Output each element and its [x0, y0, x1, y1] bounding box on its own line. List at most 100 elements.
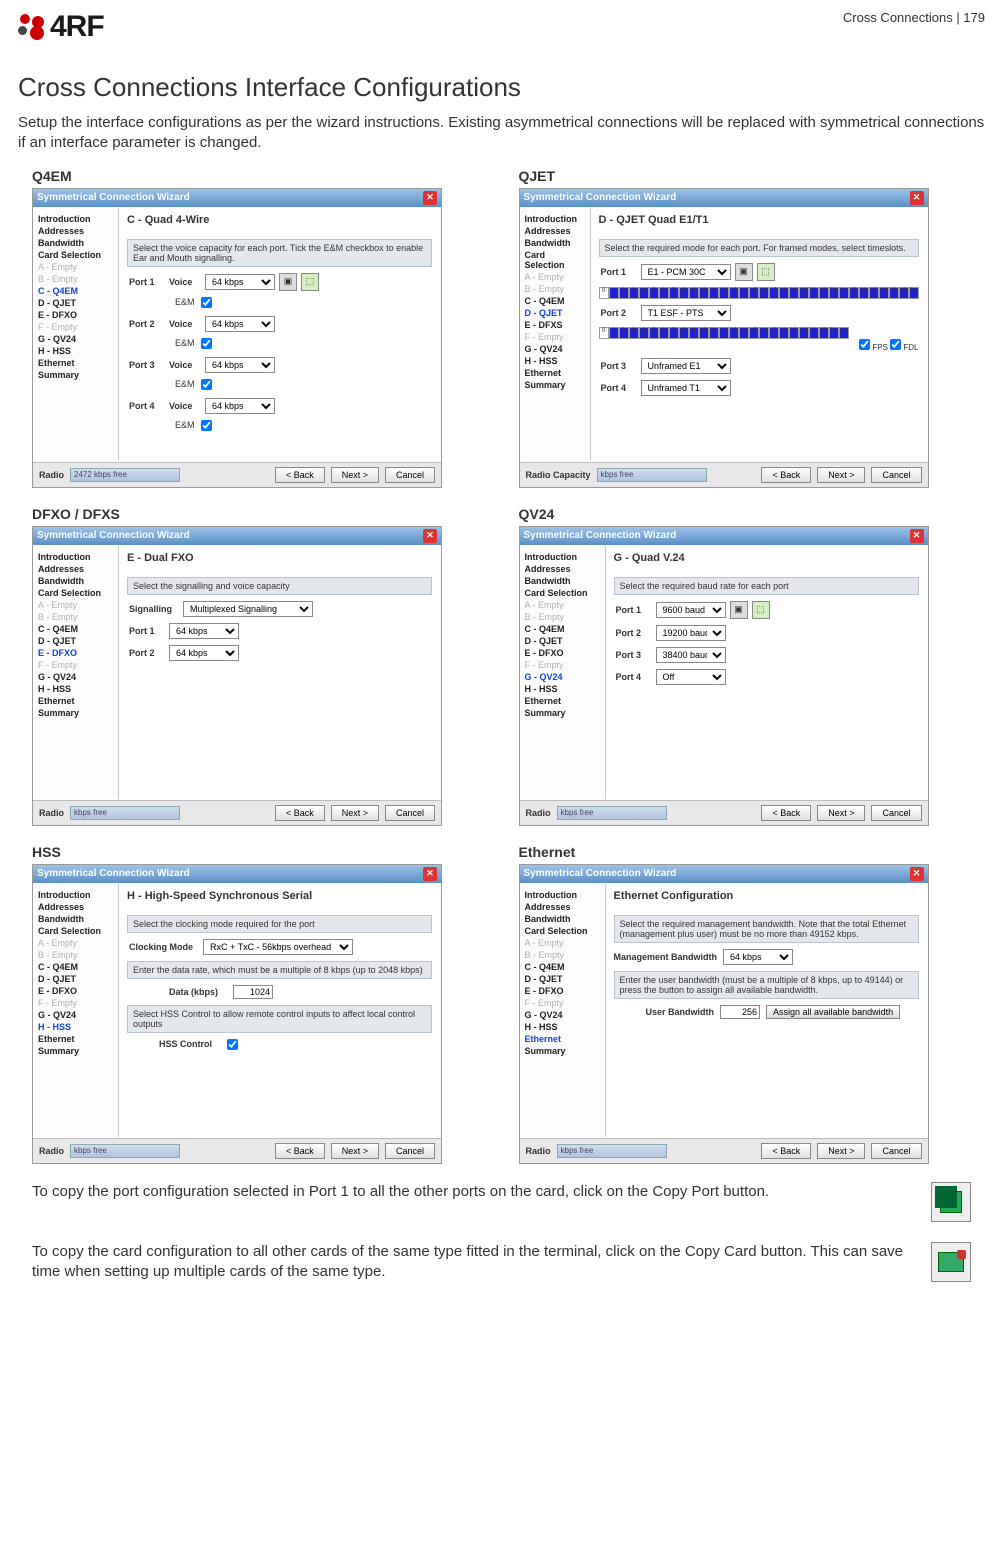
- sidebar-item[interactable]: Summary: [38, 707, 114, 719]
- sidebar-item[interactable]: B - Empty: [38, 273, 114, 285]
- sidebar-item[interactable]: Card Selection: [525, 587, 601, 599]
- eam-checkbox[interactable]: [201, 379, 212, 390]
- sidebar-item[interactable]: D - QJET: [38, 973, 114, 985]
- sidebar-item[interactable]: A - Empty: [525, 937, 601, 949]
- sidebar-item[interactable]: G - QV24: [525, 671, 601, 683]
- sidebar-item[interactable]: Bandwidth: [38, 913, 114, 925]
- sidebar-item[interactable]: F - Empty: [525, 331, 586, 343]
- sidebar-item[interactable]: Introduction: [38, 551, 114, 563]
- sidebar-item[interactable]: Introduction: [525, 213, 586, 225]
- back-button[interactable]: < Back: [761, 1143, 811, 1159]
- port-select[interactable]: Unframed T1: [641, 380, 731, 396]
- copy-port-icon[interactable]: ▣: [735, 263, 753, 281]
- sidebar-item[interactable]: B - Empty: [525, 611, 601, 623]
- eam-checkbox[interactable]: [201, 338, 212, 349]
- close-icon[interactable]: ✕: [423, 867, 437, 881]
- sidebar-item[interactable]: F - Empty: [38, 659, 114, 671]
- sidebar-item[interactable]: B - Empty: [38, 949, 114, 961]
- port-select[interactable]: 64 kbps: [205, 357, 275, 373]
- close-icon[interactable]: ✕: [423, 191, 437, 205]
- sidebar-item[interactable]: G - QV24: [525, 343, 586, 355]
- sidebar-item[interactable]: E - DFXO: [38, 309, 114, 321]
- close-icon[interactable]: ✕: [910, 191, 924, 205]
- sidebar-item[interactable]: C - Q4EM: [38, 623, 114, 635]
- sidebar-item[interactable]: Addresses: [38, 563, 114, 575]
- port-select[interactable]: 9600 baud: [656, 602, 726, 618]
- cancel-button[interactable]: Cancel: [385, 805, 435, 821]
- sidebar-item[interactable]: H - HSS: [38, 683, 114, 695]
- back-button[interactable]: < Back: [275, 1143, 325, 1159]
- port-select[interactable]: 64 kbps: [205, 274, 275, 290]
- sidebar-item[interactable]: Bandwidth: [525, 913, 601, 925]
- sidebar-item[interactable]: H - HSS: [525, 1021, 601, 1033]
- port-select[interactable]: 64 kbps: [169, 623, 239, 639]
- sidebar-item[interactable]: E - DFXO: [38, 647, 114, 659]
- copy-card-icon[interactable]: ⬚: [301, 273, 319, 291]
- sidebar-item[interactable]: H - HSS: [525, 683, 601, 695]
- sidebar-item[interactable]: Summary: [525, 707, 601, 719]
- sidebar-item[interactable]: Addresses: [525, 225, 586, 237]
- clocking-select[interactable]: RxC + TxC - 56kbps overhead: [203, 939, 353, 955]
- cancel-button[interactable]: Cancel: [871, 1143, 921, 1159]
- sidebar-item[interactable]: Bandwidth: [525, 237, 586, 249]
- sidebar-item[interactable]: C - Q4EM: [525, 295, 586, 307]
- next-button[interactable]: Next >: [817, 467, 865, 483]
- sidebar-item[interactable]: F - Empty: [38, 321, 114, 333]
- next-button[interactable]: Next >: [331, 1143, 379, 1159]
- cancel-button[interactable]: Cancel: [385, 1143, 435, 1159]
- sidebar-item[interactable]: D - QJET: [38, 297, 114, 309]
- port-select[interactable]: 64 kbps: [205, 398, 275, 414]
- close-icon[interactable]: ✕: [910, 867, 924, 881]
- sidebar-item[interactable]: Ethernet: [525, 367, 586, 379]
- sidebar-item[interactable]: H - HSS: [38, 345, 114, 357]
- cancel-button[interactable]: Cancel: [871, 805, 921, 821]
- back-button[interactable]: < Back: [761, 467, 811, 483]
- user-bw-input[interactable]: [720, 1005, 760, 1019]
- sidebar-item[interactable]: Introduction: [38, 213, 114, 225]
- sidebar-item[interactable]: Bandwidth: [525, 575, 601, 587]
- sidebar-item[interactable]: C - Q4EM: [525, 623, 601, 635]
- sidebar-item[interactable]: F - Empty: [38, 997, 114, 1009]
- cancel-button[interactable]: Cancel: [871, 467, 921, 483]
- sidebar-item[interactable]: A - Empty: [38, 937, 114, 949]
- sidebar-item[interactable]: F - Empty: [525, 997, 601, 1009]
- port-select[interactable]: 64 kbps: [205, 316, 275, 332]
- sidebar-item[interactable]: G - QV24: [38, 671, 114, 683]
- copy-card-icon[interactable]: ⬚: [757, 263, 775, 281]
- hss-control-checkbox[interactable]: [227, 1039, 238, 1050]
- sidebar-item[interactable]: Ethernet: [38, 357, 114, 369]
- sidebar-item[interactable]: B - Empty: [38, 611, 114, 623]
- cancel-button[interactable]: Cancel: [385, 467, 435, 483]
- eam-checkbox[interactable]: [201, 297, 212, 308]
- sidebar-item[interactable]: H - HSS: [38, 1021, 114, 1033]
- sidebar-item[interactable]: Introduction: [38, 889, 114, 901]
- port-select[interactable]: 38400 baud: [656, 647, 726, 663]
- sidebar-item[interactable]: D - QJET: [525, 307, 586, 319]
- eam-checkbox[interactable]: [201, 420, 212, 431]
- sidebar-item[interactable]: G - QV24: [38, 1009, 114, 1021]
- sidebar-item[interactable]: Summary: [525, 379, 586, 391]
- sidebar-item[interactable]: A - Empty: [38, 261, 114, 273]
- sidebar-item[interactable]: D - QJET: [525, 635, 601, 647]
- sidebar-item[interactable]: Addresses: [38, 225, 114, 237]
- port-select[interactable]: T1 ESF - PTS: [641, 305, 731, 321]
- timeslot-grid[interactable]: 0123456789101112131415161718192021222324…: [599, 287, 919, 299]
- sidebar-item[interactable]: Summary: [38, 369, 114, 381]
- sidebar-item[interactable]: E - DFXO: [525, 647, 601, 659]
- sidebar-item[interactable]: E - DFXS: [525, 319, 586, 331]
- back-button[interactable]: < Back: [761, 805, 811, 821]
- sidebar-item[interactable]: D - QJET: [38, 635, 114, 647]
- sidebar-item[interactable]: G - QV24: [38, 333, 114, 345]
- timeslot-grid[interactable]: 0123456789101112131415161718192021222324: [599, 327, 919, 339]
- sidebar-item[interactable]: Bandwidth: [38, 237, 114, 249]
- copy-port-icon[interactable]: ▣: [279, 273, 297, 291]
- next-button[interactable]: Next >: [331, 805, 379, 821]
- sidebar-item[interactable]: E - DFXO: [525, 985, 601, 997]
- sidebar-item[interactable]: F - Empty: [525, 659, 601, 671]
- back-button[interactable]: < Back: [275, 467, 325, 483]
- port-select[interactable]: 64 kbps: [169, 645, 239, 661]
- port-select[interactable]: Unframed E1: [641, 358, 731, 374]
- next-button[interactable]: Next >: [817, 1143, 865, 1159]
- fps-checkbox[interactable]: [859, 339, 870, 350]
- sidebar-item[interactable]: D - QJET: [525, 973, 601, 985]
